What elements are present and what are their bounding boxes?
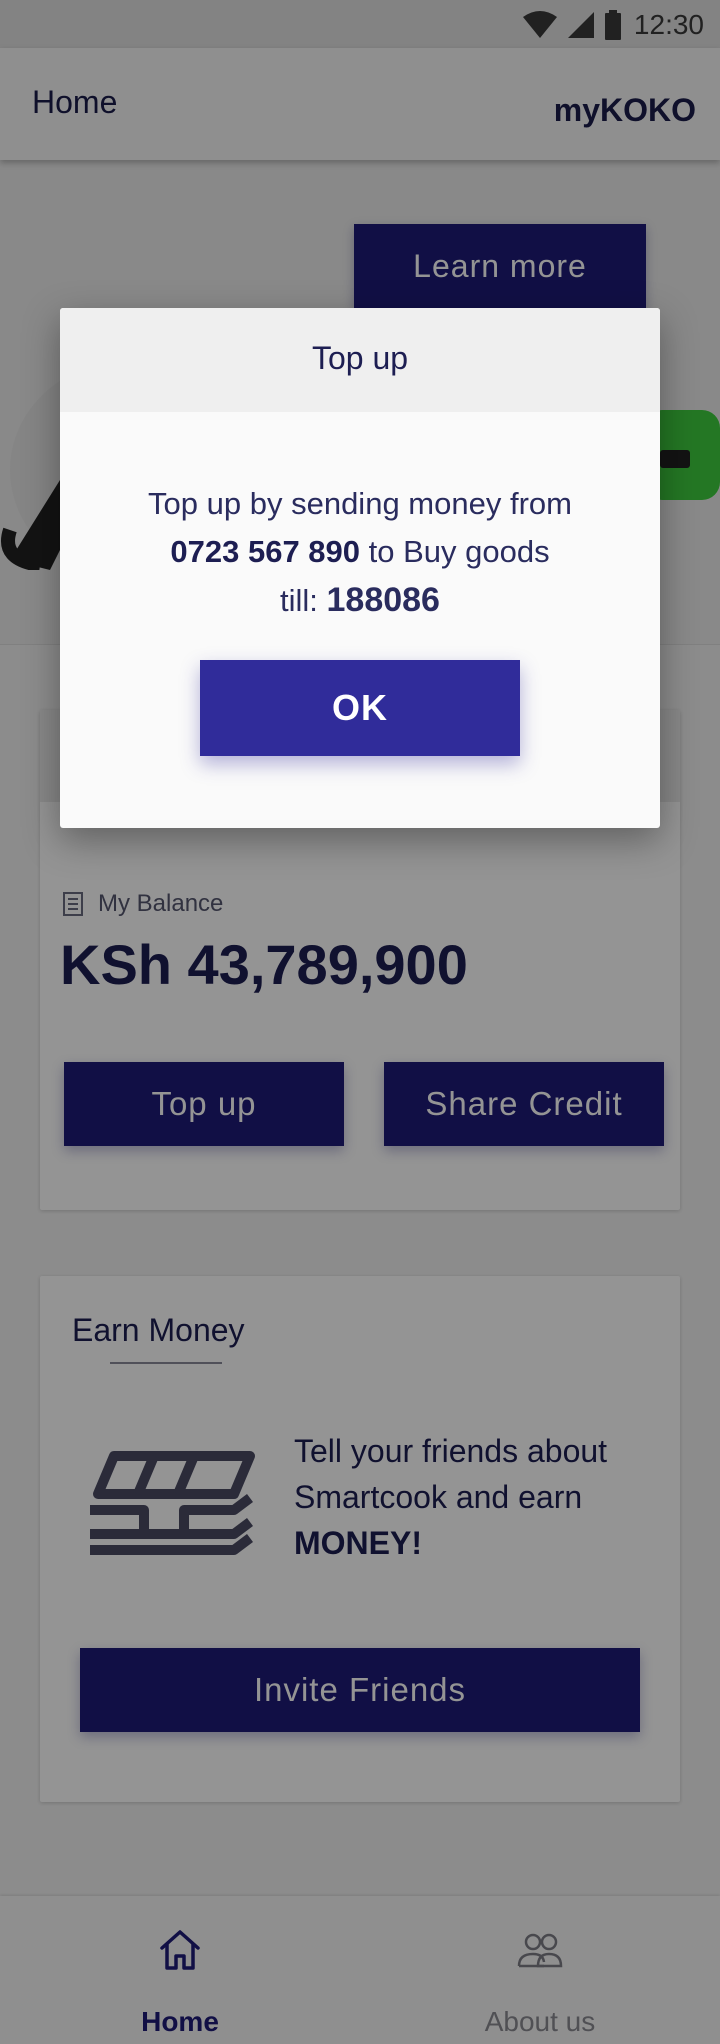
dialog-till-label: till:	[280, 583, 327, 618]
dialog-line-2: to Buy goods	[360, 534, 550, 569]
dialog-title: Top up	[311, 340, 409, 376]
dialog-till-number: 188086	[326, 581, 440, 619]
top-up-dialog: Top up Top up by sending money from 0723…	[60, 308, 660, 828]
dialog-header: Top up	[60, 308, 660, 412]
ok-button[interactable]: OK	[200, 660, 520, 756]
dialog-message: Top up by sending money from 0723 567 89…	[80, 480, 640, 625]
dialog-line-1: Top up by sending money from	[148, 486, 572, 521]
modal-scrim[interactable]	[0, 0, 720, 2044]
dialog-phone-number: 0723 567 890	[170, 534, 361, 569]
